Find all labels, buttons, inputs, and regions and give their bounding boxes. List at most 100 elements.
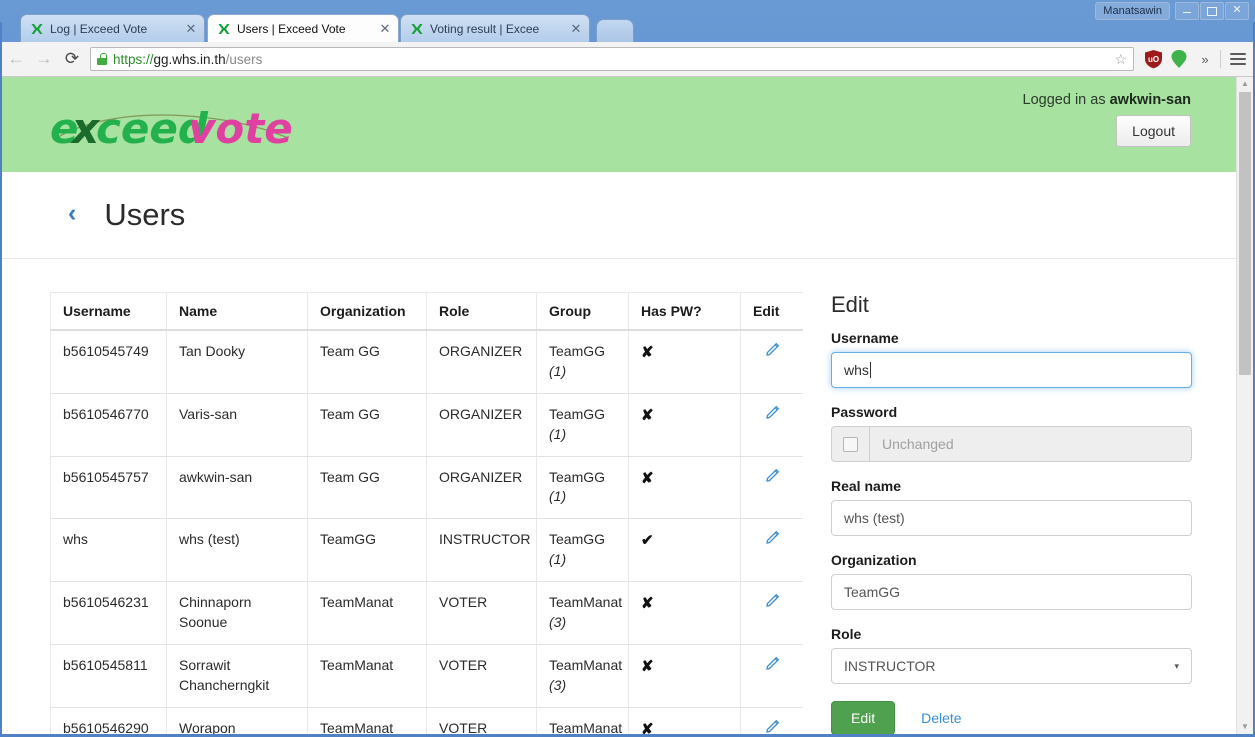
group-name: TeamGG (549, 468, 606, 485)
password-label: Password (831, 404, 898, 420)
cell-name: Tan Dooky (166, 330, 308, 394)
reload-icon[interactable]: ⟳ (58, 45, 86, 73)
cell-has-pw: ✘ (628, 644, 741, 708)
url-host: gg.whs.in.th (153, 51, 226, 67)
column-header-role[interactable]: Role (426, 292, 537, 331)
group-count: (1) (549, 488, 567, 505)
edit-panel-heading: Edit (831, 292, 869, 317)
bookmark-star-icon[interactable]: ☆ (1106, 51, 1127, 68)
cell-name: Chinnaporn Soonue (166, 581, 308, 645)
group-count: (1) (549, 425, 567, 442)
users-table: Username Name Organization Role Group Ha… (50, 292, 803, 734)
password-change-checkbox[interactable] (843, 436, 858, 452)
logged-in-username: awkwin-san (1109, 92, 1191, 108)
back-chevron-icon[interactable]: ‹ (68, 200, 76, 226)
page-title-bar: ‹ Users (2, 172, 1237, 259)
cell-edit[interactable] (740, 707, 803, 735)
extensions-overflow-icon[interactable]: » (1192, 46, 1218, 72)
password-change-checkbox-addon[interactable] (831, 426, 869, 462)
cell-edit[interactable] (740, 330, 803, 394)
column-header-username[interactable]: Username (50, 292, 167, 331)
address-bar[interactable]: https://gg.whs.in.th/users ☆ (90, 47, 1134, 71)
group-count: (1) (549, 362, 567, 379)
tab-close-icon[interactable]: ✕ (378, 22, 392, 36)
group-name: TeamGG (549, 343, 606, 359)
table-row: b5610545757 awkwin-san Team GG ORGANIZER Tea… (50, 456, 803, 520)
pencil-icon[interactable] (764, 468, 780, 490)
exceedvote-logo[interactable]: e x ceed vote (50, 101, 310, 153)
username-label: Username (831, 330, 899, 346)
green-pin-icon[interactable] (1166, 46, 1192, 72)
window-border-left (0, 22, 2, 737)
realname-input[interactable]: whs (test) (831, 500, 1192, 536)
cell-group: TeamGG (1) (536, 456, 629, 520)
username-input[interactable]: whs (831, 352, 1192, 388)
cell-organization: TeamGG (307, 518, 427, 582)
svg-text:vote: vote (188, 104, 293, 153)
pencil-icon[interactable] (764, 405, 780, 427)
back-icon[interactable]: ← (2, 45, 30, 73)
pencil-icon[interactable] (764, 593, 780, 615)
cell-organization: Team GG (307, 393, 427, 457)
table-row: b5610545811 Sorrawit Chancherngkit TeamMan… (50, 644, 803, 708)
scroll-down-icon[interactable]: ▼ (1237, 720, 1253, 734)
chevron-down-icon: ▾ (1174, 661, 1179, 671)
role-select[interactable]: INSTRUCTOR ▾ (831, 648, 1192, 684)
browser-tab-users[interactable]: Users | Exceed Vote ✕ (207, 14, 399, 42)
edit-form-actions: Edit Delete (831, 701, 1192, 734)
pencil-icon[interactable] (764, 719, 780, 735)
column-header-organization[interactable]: Organization (307, 292, 427, 331)
cell-organization: TeamManat (307, 581, 427, 645)
pencil-icon[interactable] (764, 530, 780, 552)
tab-close-icon[interactable]: ✕ (184, 22, 198, 36)
text-cursor (869, 362, 871, 378)
group-name: TeamManat (549, 719, 623, 735)
page-viewport: e x ceed vote Logged in as awkwin-san Lo… (2, 77, 1253, 734)
column-header-name[interactable]: Name (166, 292, 308, 331)
cell-username: b5610546231 (50, 581, 167, 645)
cell-edit[interactable] (740, 581, 803, 645)
pencil-icon[interactable] (764, 342, 780, 364)
logout-button[interactable]: Logout (1116, 115, 1191, 147)
menu-icon[interactable] (1223, 45, 1253, 73)
forward-icon[interactable]: → (30, 45, 58, 73)
cell-group: TeamManat (3) (536, 581, 629, 645)
cell-edit[interactable] (740, 644, 803, 708)
cell-has-pw: ✘ (628, 707, 741, 734)
submit-edit-button[interactable]: Edit (831, 701, 896, 734)
organization-input[interactable]: TeamGG (831, 574, 1192, 610)
browser-tab-voting-result[interactable]: Voting result | Excee ✕ (400, 14, 590, 42)
scroll-up-icon[interactable]: ▲ (1237, 77, 1253, 91)
cell-edit[interactable] (740, 456, 803, 520)
group-count: (1) (549, 551, 567, 568)
page-title: Users (104, 197, 186, 232)
cell-organization: TeamManat (307, 707, 427, 734)
cell-username: b5610545811 (50, 644, 167, 708)
column-header-edit[interactable]: Edit (740, 292, 803, 331)
column-header-group[interactable]: Group (536, 292, 629, 331)
cross-icon: ✘ (641, 406, 654, 424)
tab-close-icon[interactable]: ✕ (569, 22, 583, 36)
cell-role: ORGANIZER (426, 393, 537, 457)
browser-tab-log[interactable]: Log | Exceed Vote ✕ (20, 14, 205, 42)
cell-username: b5610546290 (50, 707, 167, 734)
cell-group: TeamGG (1) (536, 393, 629, 457)
cell-edit[interactable] (740, 393, 803, 457)
tab-title: Voting result | Excee (430, 21, 540, 36)
column-header-has-pw[interactable]: Has PW? (628, 292, 741, 331)
group-name: TeamGG (549, 405, 606, 422)
pencil-icon[interactable] (764, 656, 780, 678)
cell-group: TeamGG (1) (536, 330, 629, 394)
scrollbar-thumb[interactable] (1239, 92, 1251, 375)
page-scrollbar[interactable]: ▲ ▼ (1236, 77, 1253, 734)
cell-organization: TeamManat (307, 644, 427, 708)
edit-panel: Edit Username whs Password Unchanged Rea… (831, 292, 1192, 734)
exceed-logo-icon (30, 22, 44, 36)
group-name: TeamManat (549, 594, 623, 610)
cross-icon: ✘ (641, 344, 654, 361)
ublock-origin-icon[interactable]: uO (1140, 46, 1166, 72)
delete-user-link[interactable]: Delete (921, 710, 961, 726)
cell-edit[interactable] (740, 518, 803, 582)
cross-icon: ✘ (641, 595, 654, 612)
new-tab-button[interactable] (596, 19, 634, 43)
